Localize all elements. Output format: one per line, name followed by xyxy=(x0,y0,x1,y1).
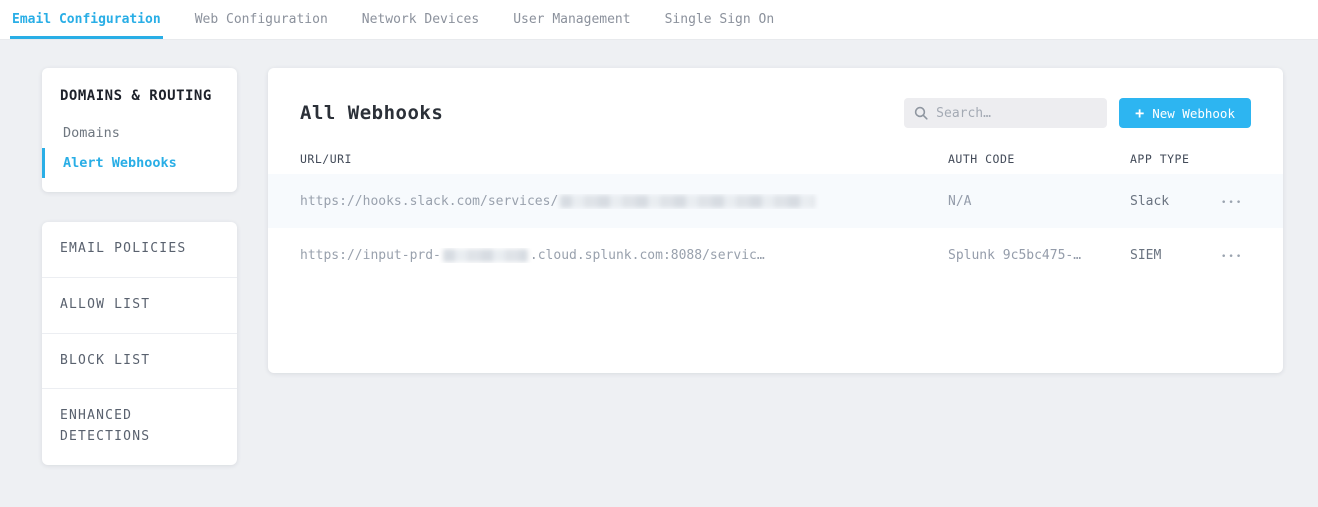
search-icon xyxy=(914,106,928,120)
auth-code-cell: Splunk 9c5bc475-… xyxy=(948,248,1130,263)
sidebar-item-alert-webhooks[interactable]: Alert Webhooks xyxy=(42,148,237,178)
column-header-url: URL/URI xyxy=(300,152,948,166)
new-webhook-label: New Webhook xyxy=(1152,106,1235,121)
panel-header: All Webhooks + New Webhook xyxy=(268,68,1283,144)
webhook-url-cell: https://input-prd- .cloud.splunk.com:8088… xyxy=(300,248,948,263)
sidebar-item-email-policies[interactable]: EMAIL POLICIES xyxy=(42,222,237,277)
url-prefix: https://hooks.slack.com/services/ xyxy=(300,194,558,209)
sidebar-item-allow-list[interactable]: ALLOW LIST xyxy=(42,277,237,333)
search-box[interactable] xyxy=(904,98,1107,128)
app-type-cell: SIEM xyxy=(1130,248,1207,263)
page-title: All Webhooks xyxy=(300,102,443,124)
table-header-row: URL/URI AUTH CODE APP TYPE xyxy=(268,144,1283,174)
search-input[interactable] xyxy=(936,106,1097,121)
table-row[interactable]: https://hooks.slack.com/services/ N/A Sl… xyxy=(268,174,1283,228)
app-type-cell: Slack xyxy=(1130,194,1207,209)
domains-routing-header: DOMAINS & ROUTING xyxy=(42,88,237,104)
page-content: DOMAINS & ROUTING Domains Alert Webhooks… xyxy=(0,40,1318,465)
new-webhook-button[interactable]: + New Webhook xyxy=(1119,98,1251,128)
tab-network-devices[interactable]: Network Devices xyxy=(360,0,481,39)
redacted-url-segment xyxy=(560,195,815,208)
column-header-app-type: APP TYPE xyxy=(1130,152,1207,166)
webhooks-panel: All Webhooks + New Webhook URL/URI AUTH … xyxy=(268,68,1283,373)
sidebar-sections-card: EMAIL POLICIES ALLOW LIST BLOCK LIST ENH… xyxy=(42,222,237,465)
row-menu-icon[interactable]: ••• xyxy=(1221,198,1243,208)
sidebar-item-domains[interactable]: Domains xyxy=(42,118,237,148)
tab-single-sign-on[interactable]: Single Sign On xyxy=(663,0,777,39)
row-menu-icon[interactable]: ••• xyxy=(1221,252,1243,262)
tab-email-configuration[interactable]: Email Configuration xyxy=(10,0,163,39)
tab-user-management[interactable]: User Management xyxy=(511,0,632,39)
top-navigation: Email Configuration Web Configuration Ne… xyxy=(0,0,1318,40)
webhook-url-cell: https://hooks.slack.com/services/ xyxy=(300,194,948,209)
row-menu-cell: ••• xyxy=(1207,248,1259,263)
auth-code-cell: N/A xyxy=(948,194,1130,209)
url-suffix: .cloud.splunk.com:8088/servic… xyxy=(530,248,765,263)
column-header-auth-code: AUTH CODE xyxy=(948,152,1130,166)
url-prefix: https://input-prd- xyxy=(300,248,441,263)
sidebar-item-enhanced-detections[interactable]: ENHANCED DETECTIONS xyxy=(42,388,237,465)
row-menu-cell: ••• xyxy=(1207,194,1259,209)
sidebar: DOMAINS & ROUTING Domains Alert Webhooks… xyxy=(42,68,237,465)
domains-routing-card: DOMAINS & ROUTING Domains Alert Webhooks xyxy=(42,68,237,192)
sidebar-item-block-list[interactable]: BLOCK LIST xyxy=(42,333,237,389)
header-actions: + New Webhook xyxy=(904,98,1251,128)
plus-icon: + xyxy=(1135,104,1144,122)
redacted-url-segment xyxy=(443,249,528,262)
tab-web-configuration[interactable]: Web Configuration xyxy=(193,0,330,39)
table-row[interactable]: https://input-prd- .cloud.splunk.com:8088… xyxy=(268,228,1283,282)
